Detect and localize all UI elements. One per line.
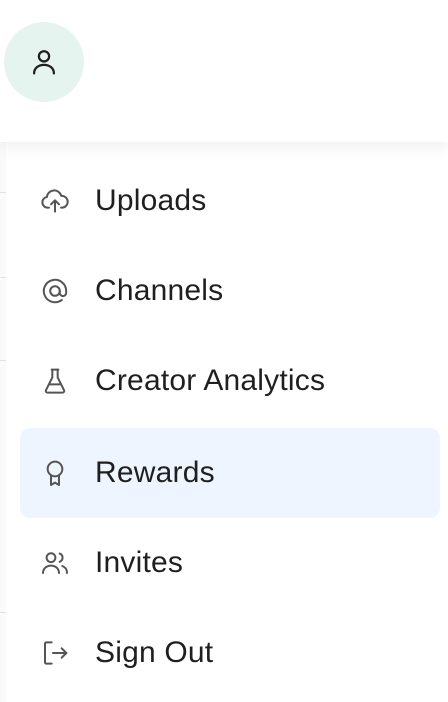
menu-item-invites[interactable]: Invites — [20, 518, 440, 608]
header — [0, 0, 448, 142]
flask-icon — [38, 364, 72, 398]
menu-item-channels[interactable]: Channels — [20, 246, 440, 336]
menu-item-sign-out[interactable]: Sign Out — [20, 608, 440, 698]
menu-item-uploads[interactable]: Uploads — [20, 156, 440, 246]
profile-dropdown-menu: Uploads Channels Creator Analytics Rewar… — [6, 142, 448, 702]
cloud-upload-icon — [38, 184, 72, 218]
menu-item-label: Rewards — [95, 456, 215, 489]
sign-out-icon — [38, 636, 72, 670]
menu-item-rewards[interactable]: Rewards — [20, 428, 440, 518]
at-sign-icon — [38, 274, 72, 308]
user-icon — [32, 50, 56, 75]
menu-item-label: Creator Analytics — [95, 364, 326, 397]
award-icon — [38, 456, 72, 490]
users-icon — [38, 546, 72, 580]
menu-item-label: Uploads — [95, 184, 207, 217]
menu-item-label: Invites — [95, 546, 184, 579]
page: Uploads Channels Creator Analytics Rewar… — [0, 0, 448, 702]
menu-item-label: Sign Out — [95, 636, 214, 669]
profile-menu-button[interactable] — [4, 22, 84, 102]
menu-item-creator-analytics[interactable]: Creator Analytics — [20, 336, 440, 426]
menu-item-label: Channels — [95, 274, 224, 307]
